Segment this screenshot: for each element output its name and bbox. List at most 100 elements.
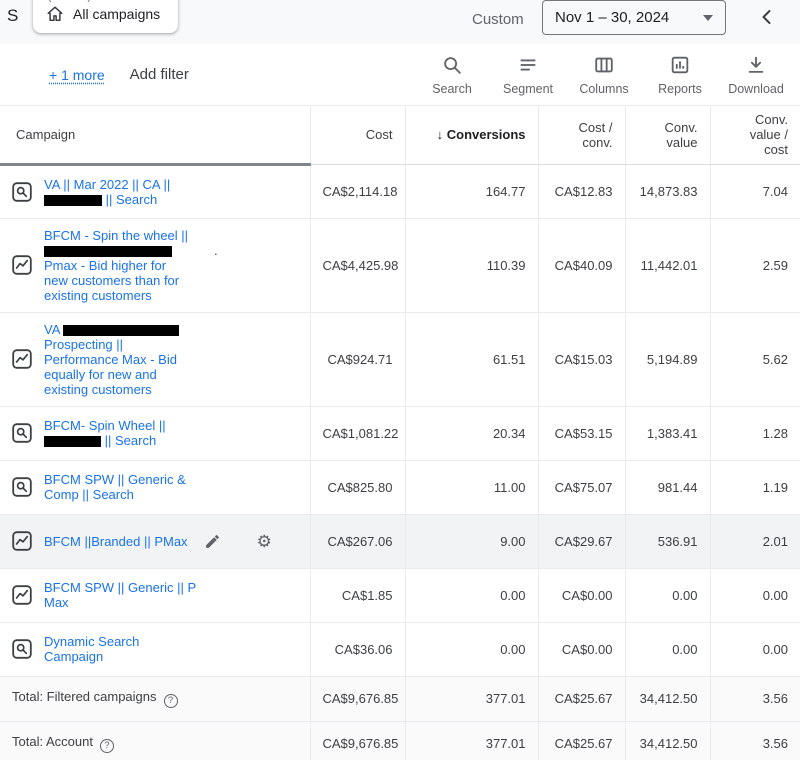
campaign-cell: BFCM - Spin the wheel ||.Pmax - Bid high…	[0, 218, 310, 312]
segment-button[interactable]: Segment	[490, 54, 566, 96]
metric-cell: CA$25.67	[538, 676, 625, 721]
campaign-link[interactable]: BFCM- Spin Wheel || || Search	[44, 418, 166, 448]
campaign-cell: Dynamic SearchCampaign	[0, 622, 310, 676]
metric-cell: 981.44	[625, 460, 710, 514]
search-campaign-type-icon	[12, 182, 32, 202]
campaign-row[interactable]: BFCM - Spin the wheel ||.Pmax - Bid high…	[0, 218, 800, 312]
column-header-conv_value_per_cost[interactable]: Conv. value / cost	[710, 106, 800, 164]
metric-cell: CA$9,676.85	[310, 721, 405, 760]
settings-gear-icon[interactable]: ⚙	[257, 533, 272, 550]
metric-cell: 1,383.41	[625, 406, 710, 460]
campaign-row[interactable]: BFCM ||Branded || PMax⚙CA$267.069.00CA$2…	[0, 514, 800, 568]
date-range-picker[interactable]: Nov 1 – 30, 2024	[542, 0, 726, 35]
metric-cell: 34,412.50	[625, 721, 710, 760]
download-icon	[745, 54, 767, 76]
metric-cell: CA$36.06	[310, 622, 405, 676]
campaign-link[interactable]: VA Prospecting ||Performance Max - Bideq…	[44, 322, 179, 397]
metric-cell: 2.01	[710, 514, 800, 568]
help-icon[interactable]: ?	[164, 694, 178, 708]
search-campaign-type-icon	[12, 423, 32, 443]
download-button[interactable]: Download	[718, 54, 794, 96]
metric-cell: 110.39	[405, 218, 538, 312]
campaign-cell: BFCM- Spin Wheel || || Search	[0, 406, 310, 460]
reports-label: Reports	[658, 82, 702, 96]
campaign-link[interactable]: VA || Mar 2022 || CA || || Search	[44, 177, 170, 207]
redacted-text	[44, 195, 102, 206]
metric-cell: 3.56	[710, 676, 800, 721]
campaign-row[interactable]: VA Prospecting ||Performance Max - Bideq…	[0, 312, 800, 406]
metric-cell: CA$2,114.18	[310, 164, 405, 218]
performance-max-type-icon	[12, 531, 32, 551]
home-icon	[46, 5, 64, 23]
total-row: Total: Account?CA$9,676.85377.01CA$25.67…	[0, 721, 800, 760]
reports-button[interactable]: Reports	[642, 54, 718, 96]
metric-cell: 1.19	[710, 460, 800, 514]
download-label: Download	[728, 82, 784, 96]
metric-cell: 164.77	[405, 164, 538, 218]
metric-cell: 0.00	[405, 568, 538, 622]
metric-cell: 1.28	[710, 406, 800, 460]
edit-pencil-icon[interactable]	[204, 533, 221, 550]
date-preset-label[interactable]: Custom	[472, 11, 524, 28]
column-header-campaign[interactable]: Campaign	[0, 106, 310, 164]
metric-cell: CA$40.09	[538, 218, 625, 312]
metric-cell: 536.91	[625, 514, 710, 568]
scope-label: All campaigns	[73, 6, 160, 22]
campaign-cell: VA || Mar 2022 || CA || || Search	[0, 164, 310, 218]
campaign-scope-chip[interactable]: (2 others) All campaigns	[33, 0, 178, 33]
segment-icon	[517, 54, 539, 76]
chevron-left-icon[interactable]	[755, 5, 779, 29]
filter-toolbar: + 1 more Add filter Search Segment Columns…	[0, 44, 800, 106]
performance-max-type-icon	[12, 255, 32, 275]
metric-cell: CA$0.00	[538, 622, 625, 676]
campaign-link[interactable]: BFCM SPW || Generic || PMax	[44, 580, 196, 610]
metric-cell: 0.00	[625, 622, 710, 676]
metric-cell: CA$9,676.85	[310, 676, 405, 721]
campaign-link[interactable]: Dynamic SearchCampaign	[44, 634, 139, 664]
search-button[interactable]: Search	[414, 54, 490, 96]
metric-cell: CA$53.15	[538, 406, 625, 460]
metric-cell: 3.56	[710, 721, 800, 760]
add-filter-button[interactable]: Add filter	[130, 66, 189, 83]
metric-cell: 20.34	[405, 406, 538, 460]
campaign-row[interactable]: BFCM- Spin Wheel || || Search CA$1,081.22…	[0, 406, 800, 460]
metric-cell: 0.00	[625, 568, 710, 622]
campaign-row[interactable]: BFCM SPW || Generic || PMaxCA$1.850.00CA…	[0, 568, 800, 622]
performance-max-type-icon	[12, 585, 32, 605]
search-icon	[441, 54, 463, 76]
metric-cell: 5,194.89	[625, 312, 710, 406]
campaign-row[interactable]: Dynamic SearchCampaign CA$36.06 0.00CA$0.0…	[0, 622, 800, 676]
columns-icon	[593, 54, 615, 76]
column-header-cost_per_conv[interactable]: Cost / conv.	[538, 106, 625, 164]
metric-cell: 11.00	[405, 460, 538, 514]
metric-cell: CA$1.85	[310, 568, 405, 622]
metric-cell: CA$1,081.22	[310, 406, 405, 460]
help-icon[interactable]: ?	[100, 739, 114, 753]
search-label: Search	[432, 82, 472, 96]
redacted-text	[44, 436, 101, 447]
campaign-row[interactable]: VA || Mar 2022 || CA || || Search CA$2,11…	[0, 164, 800, 218]
campaign-cell: BFCM SPW || Generic || PMax	[0, 568, 310, 622]
campaign-cell: BFCM ||Branded || PMax ⚙	[0, 514, 310, 568]
metric-cell: 14,873.83	[625, 164, 710, 218]
google-ads-campaigns-screen: S (2 others) All campaigns Custom Nov 1 …	[0, 0, 800, 760]
column-header-conv_value[interactable]: Conv. value	[625, 106, 710, 164]
column-header-cost[interactable]: Cost	[310, 106, 405, 164]
column-header-conversions[interactable]: ↓ Conversions	[405, 106, 538, 164]
campaign-link[interactable]: BFCM SPW || Generic &Comp || Search	[44, 472, 186, 502]
columns-label: Columns	[579, 82, 628, 96]
reports-icon	[669, 54, 691, 76]
total-label-cell: Total: Account?	[0, 721, 310, 760]
table-tools: Search Segment Columns Reports Download	[414, 54, 794, 96]
campaign-row[interactable]: BFCM SPW || Generic &Comp || SearchCA$82…	[0, 460, 800, 514]
metric-cell: CA$25.67	[538, 721, 625, 760]
metric-cell: CA$267.06	[310, 514, 405, 568]
segment-label: Segment	[503, 82, 553, 96]
columns-button[interactable]: Columns	[566, 54, 642, 96]
metric-cell: CA$75.07	[538, 460, 625, 514]
metric-cell: 9.00	[405, 514, 538, 568]
campaign-link[interactable]: BFCM - Spin the wheel ||.Pmax - Bid high…	[44, 228, 218, 303]
total-label-cell: Total: Filtered campaigns?	[0, 676, 310, 721]
campaign-link[interactable]: BFCM ||Branded || PMax	[44, 534, 188, 549]
more-filters-link[interactable]: + 1 more	[49, 67, 105, 83]
